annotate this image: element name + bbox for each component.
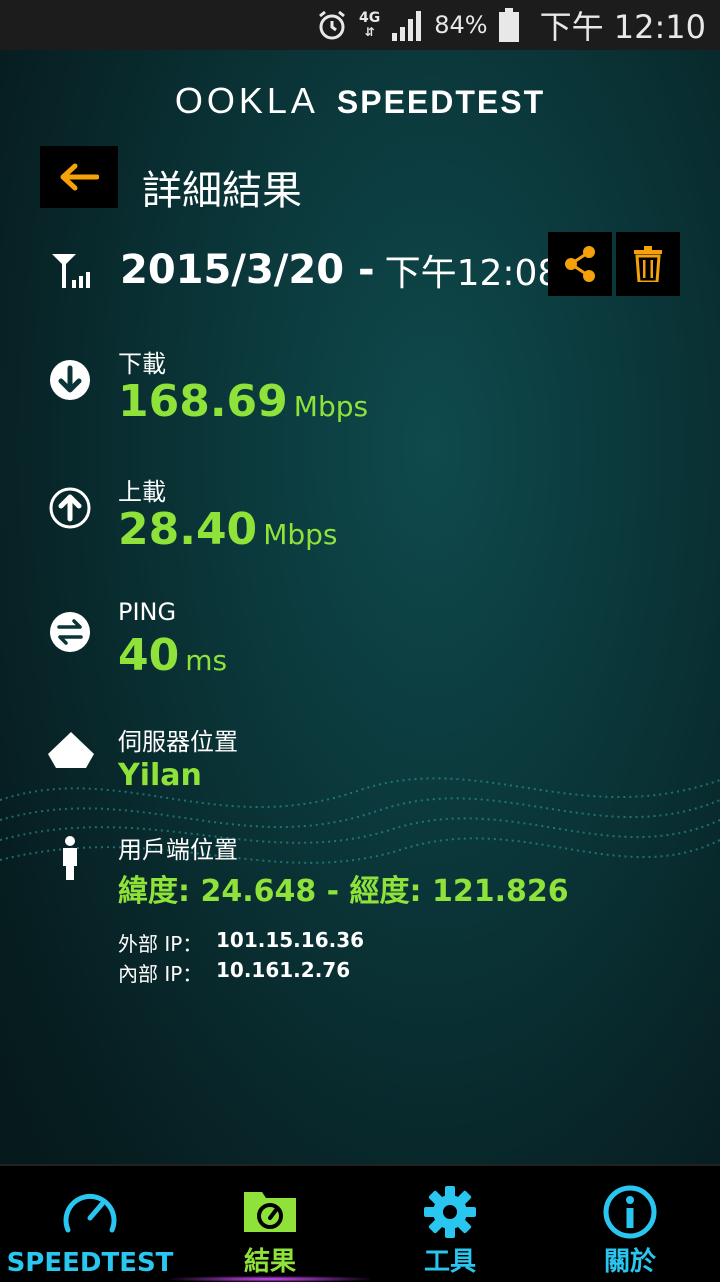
- app-brand: OOKLA SPEEDTEST: [0, 80, 720, 122]
- nav-speedtest-label: SPEEDTEST: [6, 1248, 174, 1278]
- upload-value: 28.40 Mbps: [118, 504, 338, 555]
- server-label: 伺服器位置: [118, 728, 238, 756]
- back-arrow-icon: [60, 163, 99, 191]
- battery-icon: [498, 8, 519, 42]
- info-icon: [603, 1185, 657, 1239]
- alarm-icon: [319, 10, 345, 40]
- result-date-row: 2015/3/20 - 下午12:08: [50, 238, 560, 302]
- nav-about[interactable]: 關於: [540, 1166, 720, 1282]
- clock: 下午 12:10: [539, 8, 706, 46]
- download-label: 下載: [118, 350, 166, 378]
- trash-icon: [634, 246, 662, 282]
- person-icon: [63, 836, 77, 880]
- nav-about-label: 關於: [603, 1247, 656, 1277]
- server-pyramid-icon: [48, 732, 94, 768]
- nav-tools[interactable]: 工具: [360, 1166, 540, 1282]
- internal-ip-line: 內部 IP： 10.161.2.76: [118, 958, 350, 987]
- page-title: 詳細結果: [142, 168, 302, 214]
- result-date: 2015/3/20 -: [120, 247, 375, 293]
- network-type: 4G ⇵: [359, 10, 381, 39]
- server-value: Yilan: [118, 758, 202, 793]
- nav-results[interactable]: 結果: [180, 1166, 360, 1282]
- delete-button[interactable]: [616, 232, 680, 296]
- network-signal-icon: [52, 254, 90, 288]
- ookla-logo: OOKLA: [174, 80, 319, 121]
- result-time: 下午12:08: [384, 253, 561, 294]
- ping-value: 40 ms: [118, 630, 228, 681]
- download-value: 168.69 Mbps: [118, 376, 369, 427]
- ping-label: PING: [118, 598, 177, 626]
- client-coords: 緯度: 24.648 - 經度: 121.826: [118, 874, 569, 909]
- download-arrow-icon: [50, 360, 90, 400]
- gear-icon: [424, 1186, 476, 1238]
- internal-ip-label: 內部 IP：: [118, 962, 203, 986]
- external-ip-value: 101.15.16.36: [216, 928, 365, 952]
- upload-arrow-icon: [49, 487, 91, 529]
- share-button[interactable]: [548, 232, 612, 296]
- bottom-nav: SPEEDTEST 結果 工具 關於: [0, 1164, 720, 1282]
- speedometer-icon: [63, 1193, 117, 1233]
- external-ip-line: 外部 IP： 101.15.16.36: [118, 928, 364, 957]
- battery-percent: 84%: [434, 11, 488, 39]
- back-button[interactable]: [40, 146, 118, 208]
- active-tab-indicator: [170, 1276, 370, 1282]
- nav-tools-label: 工具: [423, 1247, 476, 1277]
- internal-ip-value: 10.161.2.76: [216, 958, 351, 982]
- signal-icon: [392, 11, 422, 41]
- nav-speedtest[interactable]: SPEEDTEST: [0, 1166, 180, 1282]
- client-label: 用戶端位置: [118, 836, 238, 864]
- speedtest-logo: SPEEDTEST: [336, 84, 546, 120]
- results-folder-icon: [244, 1192, 296, 1232]
- nav-results-label: 結果: [243, 1247, 296, 1277]
- upload-label: 上載: [118, 478, 166, 506]
- status-bar: 4G ⇵ 84% 下午 12:10: [0, 0, 720, 50]
- share-icon: [565, 246, 595, 282]
- ping-exchange-icon: [50, 612, 90, 652]
- external-ip-label: 外部 IP：: [118, 932, 203, 956]
